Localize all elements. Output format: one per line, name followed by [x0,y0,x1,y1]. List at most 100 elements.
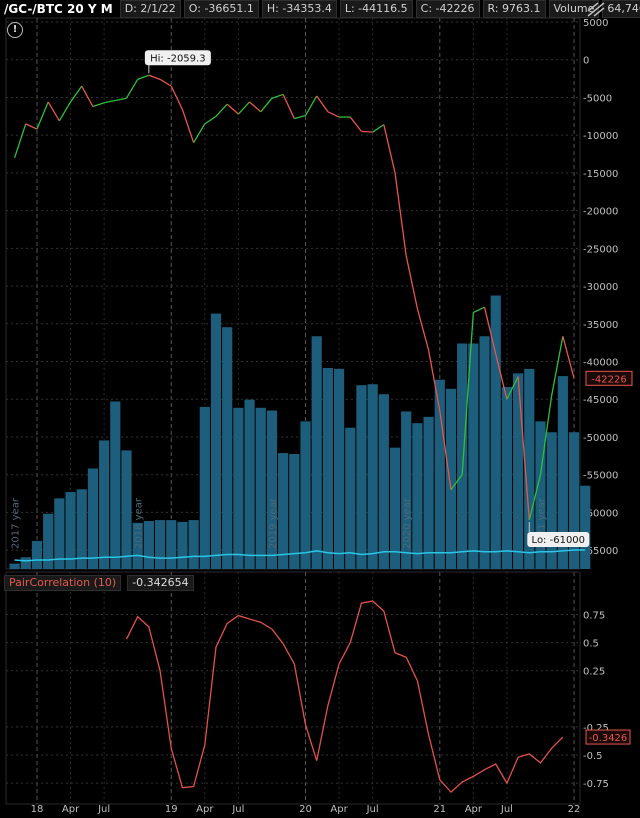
volume-bar [457,343,468,569]
volume-bar [87,468,99,569]
y-tick-label: -40000 [583,358,618,369]
indicator-value: -0.342654 [127,575,194,591]
price-segment [361,130,373,133]
volume-bar [166,520,177,569]
price-segment [316,95,329,113]
header-bar: /GC-/BTC 20 Y M D: 2/1/22 O: -36651.1 H:… [0,0,640,18]
price-segment [92,102,105,108]
price-chart[interactable]: 5000 0 -5000 -10000 -15000 -20000 -25000 -30000… [0,0,640,818]
price-segment [58,101,72,122]
y-tick-label: -10000 [583,131,618,142]
price-segment [304,95,318,116]
volume-readout: 64,746 [602,0,640,18]
y-tick-label: -25000 [583,244,618,255]
price-segment [137,74,150,80]
price-segment [81,85,94,107]
volume-bar [244,399,255,569]
volume-bar [43,513,54,569]
close-readout: C: -42226 [415,0,480,18]
volume-bar [501,386,513,569]
price-segment [13,123,27,159]
volume-bar [188,520,199,569]
chart-stage: 5000 0 -5000 -10000 -15000 -20000 -25000 -30000… [0,0,640,818]
volume-bar [199,406,210,569]
x-tick-label: 22 [568,804,581,815]
price-segment [349,116,362,132]
y-tick-label: 0 [583,56,589,67]
volume-bar [423,416,434,569]
y-tick-label: -45000 [583,395,618,406]
grip-icon[interactable] [586,1,606,17]
lo-label: Lo: -61000 [532,535,585,546]
x-tick-label: 20 [299,804,312,815]
x-tick-label: Jul [500,804,513,815]
indicator-y-tick-label: -0.5 [583,751,603,762]
price-segment [204,115,217,125]
price-segment [260,97,273,113]
volume-bar [311,336,322,569]
y-tick-label: -50000 [583,433,618,444]
x-tick-label: Jul [231,804,244,815]
volume-bar [154,520,166,569]
volume-bar [177,521,188,569]
volume-bar [389,447,401,569]
volume-bar [300,421,311,569]
volume-bar [568,432,580,569]
price-segment [383,124,396,174]
volume-bar [289,453,300,569]
x-tick-label: Apr [196,804,214,815]
price-segment [226,103,239,115]
volume-bar [412,423,423,569]
year-marker-label: 2017 year [11,497,22,549]
volume-bar [356,385,367,569]
indicator-name[interactable]: PairCorrelation (10) [4,575,122,591]
y-tick-label: -5000 [583,93,612,104]
volume-bar [121,450,132,569]
volume-bar [345,427,356,569]
hi-label: Hi: -2059.3 [150,53,205,64]
indicator-y-tick-label: 0.25 [583,667,605,678]
price-segment [193,123,206,144]
y-tick-label: -55000 [583,471,618,482]
volume-bar [99,440,110,569]
y-tick-label: 5000 [583,18,608,29]
indicator-y-tick-label: 0.75 [583,610,605,621]
date-readout: D: 2/1/22 [119,0,181,18]
y-tick-label: -15000 [583,169,618,180]
price-segment [103,99,116,104]
volume-bar [479,336,490,569]
x-tick-label: Apr [62,804,80,815]
indicator-legend: PairCorrelation (10) -0.342654 [4,575,194,591]
y-tick-label: -30000 [583,282,618,293]
price-segment [25,123,38,130]
price-segment [148,74,161,80]
price-segment [47,101,60,122]
volume-bar [580,485,591,569]
price-segment [372,124,385,133]
volume-bar [468,343,479,569]
volume-bar [513,373,524,569]
volume-bar [143,521,154,569]
indicator-y-tick-label: -0.75 [583,779,609,790]
symbol-label[interactable]: /GC-/BTC 20 Y M [0,1,117,17]
price-segment [36,101,49,130]
price-segment [562,336,575,379]
low-readout: L: -44116.5 [339,0,413,18]
price-segment [159,78,172,87]
volume-bar [222,327,233,569]
price-segment [181,109,195,143]
price-segment [70,85,83,103]
y-tick-label: -20000 [583,207,618,218]
volume-bar [255,407,266,569]
price-segment [405,255,419,309]
volume-bar [322,367,333,569]
range-readout: R: 9763.1 [482,0,546,18]
info-icon[interactable]: ! [7,22,23,38]
volume-bar [378,394,389,569]
volume-bar [210,313,222,569]
price-segment [394,172,407,256]
volume-bar [9,563,20,569]
pair-correlation-line [125,600,564,794]
volume-bar [233,407,244,569]
volume-bar [76,489,87,569]
